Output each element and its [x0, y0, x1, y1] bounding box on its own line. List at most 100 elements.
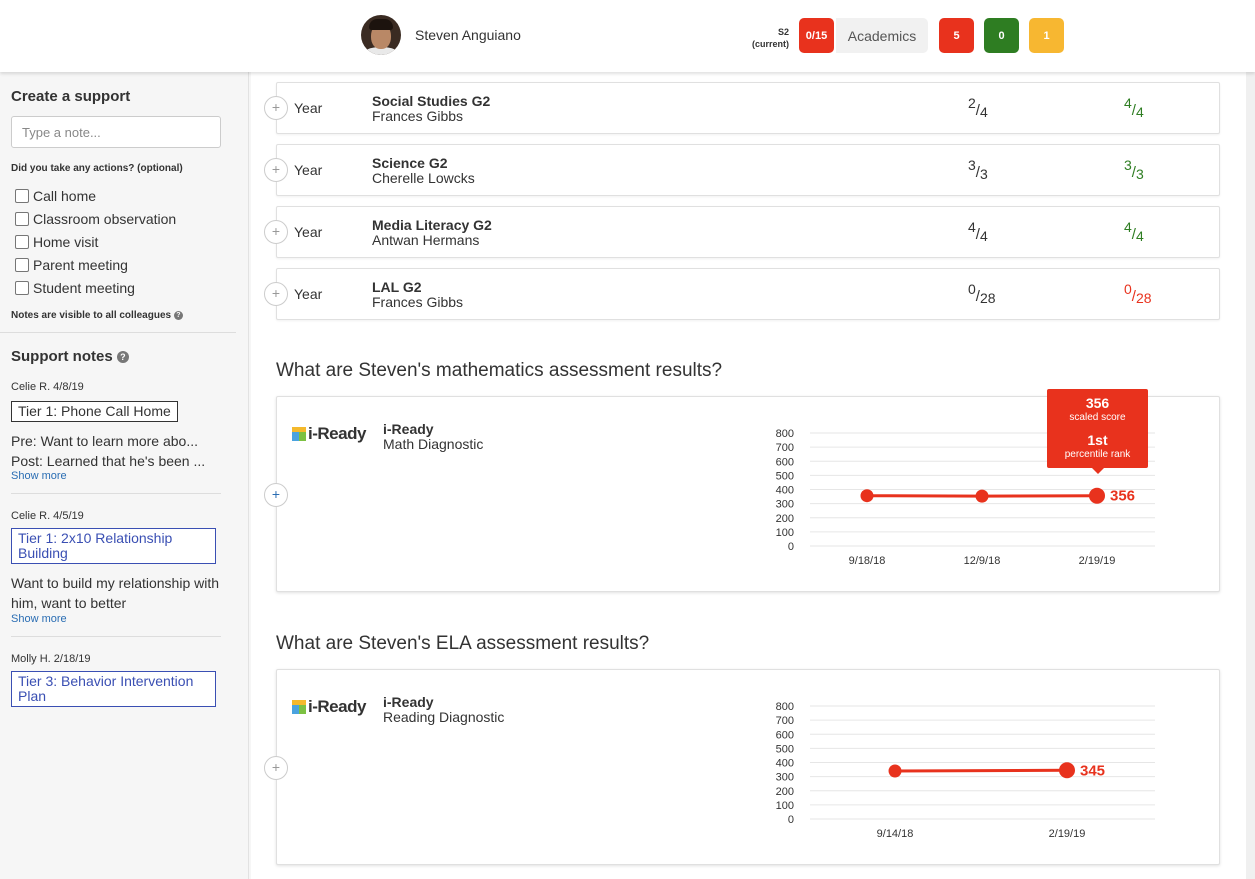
course-period: Year [294, 286, 323, 302]
avatar-hair [369, 19, 393, 30]
y-tick-label: 0 [788, 814, 794, 826]
score-fraction-status: 0/28 [1124, 281, 1152, 306]
checkbox[interactable] [15, 212, 29, 226]
course-teacher: Frances Gibbs [372, 108, 464, 124]
tier-tag[interactable]: Tier 1: 2x10 Relationship Building [11, 528, 216, 564]
score-num: 4 [1124, 95, 1132, 111]
yellow-count-badge[interactable]: 1 [1029, 18, 1064, 53]
avatar[interactable] [361, 15, 401, 55]
score-den: 4 [979, 228, 988, 244]
score-tooltip: 356 scaled score 1st percentile rank [1047, 389, 1148, 474]
score-num: 4 [968, 219, 976, 235]
course-period: Year [294, 100, 323, 116]
ela-question-title: What are Steven's ELA assessment results… [276, 633, 650, 654]
score-den: 4 [979, 104, 988, 120]
expand-plus-icon[interactable]: + [264, 282, 288, 306]
expand-plus-icon[interactable]: + [264, 96, 288, 120]
action-parent-meeting[interactable]: Parent meeting [15, 257, 128, 273]
x-tick-label: 9/18/18 [849, 555, 886, 567]
course-name: Science G2 [372, 155, 448, 171]
y-tick-label: 600 [776, 456, 794, 468]
score-fraction-status: 3/3 [1124, 157, 1144, 182]
data-point [860, 489, 874, 503]
student-name[interactable]: Steven Anguiano [415, 27, 521, 43]
show-more-link[interactable]: Show more [11, 613, 67, 625]
checkbox[interactable] [15, 235, 29, 249]
series-line [894, 768, 1068, 773]
score-den: 28 [979, 290, 996, 306]
course-period: Year [294, 224, 323, 240]
red-count-badge[interactable]: 5 [939, 18, 974, 53]
y-tick-label: 0 [788, 541, 794, 553]
tier-tag[interactable]: Tier 3: Behavior Intervention Plan [11, 671, 216, 707]
checkbox[interactable] [15, 189, 29, 203]
course-row[interactable]: + Year Science G2 Cherelle Lowcks 3/3 3/… [264, 144, 1220, 196]
score-den: 28 [1135, 290, 1152, 306]
action-label: Classroom observation [33, 211, 177, 227]
expand-plus-icon[interactable]: + [264, 220, 288, 244]
academics-label[interactable]: Academics [836, 18, 928, 53]
show-more-link[interactable]: Show more [11, 470, 67, 482]
x-tick-label: 2/19/19 [1079, 555, 1116, 567]
action-student-meeting[interactable]: Student meeting [15, 280, 135, 296]
y-tick-label: 200 [776, 786, 794, 798]
support-notes-title: Support notes ? [11, 348, 129, 365]
y-tick-label: 500 [776, 470, 794, 482]
action-classroom-observation[interactable]: Classroom observation [15, 211, 176, 227]
y-tick-label: 500 [776, 743, 794, 755]
score-num: 0 [968, 281, 976, 297]
term-label: S2 (current) [735, 26, 789, 50]
course-teacher: Cherelle Lowcks [372, 170, 475, 186]
checkbox[interactable] [15, 281, 29, 295]
data-point [1089, 487, 1105, 504]
tier-tag[interactable]: Tier 1: Phone Call Home [11, 401, 178, 422]
expand-plus-icon[interactable]: + [264, 158, 288, 182]
actions-prompt: Did you take any actions? (optional) [11, 163, 183, 174]
y-tick-label: 100 [776, 527, 794, 539]
create-support-title: Create a support [11, 88, 131, 105]
score-num: 3 [968, 157, 976, 173]
help-icon[interactable]: ? [116, 351, 129, 364]
visibility-note: Notes are visible to all colleagues ? [11, 310, 183, 321]
help-icon[interactable]: ? [173, 310, 183, 320]
academics-total-badge[interactable]: 0/15 [799, 18, 834, 53]
action-label: Home visit [33, 234, 99, 250]
score-fraction: 3/3 [968, 157, 988, 182]
y-tick-label: 400 [776, 485, 794, 497]
score-den: 4 [1135, 228, 1144, 244]
course-row[interactable]: + Year Social Studies G2 Frances Gibbs 2… [264, 82, 1220, 134]
score-fraction: 4/4 [968, 219, 988, 244]
score-fraction-status: 4/4 [1124, 219, 1144, 244]
note-text-post: Post: Learned that he's been ... [11, 453, 206, 469]
data-point [888, 764, 902, 778]
action-home-visit[interactable]: Home visit [15, 234, 98, 250]
scrollbar[interactable] [1246, 72, 1255, 879]
score-fraction: 0/28 [968, 281, 996, 306]
y-tick-label: 800 [776, 701, 794, 713]
score-fraction: 2/4 [968, 95, 988, 120]
note-text-pre: Pre: Want to learn more abo... [11, 433, 199, 449]
term-name: S2 [777, 27, 789, 37]
y-tick-label: 600 [776, 729, 794, 741]
score-num: 3 [1124, 157, 1132, 173]
course-row[interactable]: + Year Media Literacy G2 Antwan Hermans … [264, 206, 1220, 258]
course-period: Year [294, 162, 323, 178]
checkbox[interactable] [15, 258, 29, 272]
x-tick-label: 9/14/18 [877, 828, 914, 840]
action-call-home[interactable]: Call home [15, 188, 96, 204]
y-tick-label: 800 [776, 428, 794, 440]
score-num: 4 [1124, 219, 1132, 235]
tooltip-percentile-label: percentile rank [1064, 449, 1131, 460]
y-tick-label: 300 [776, 772, 794, 784]
action-label: Parent meeting [33, 257, 128, 273]
note-input[interactable] [11, 116, 221, 148]
y-tick-label: 700 [776, 442, 794, 454]
course-row[interactable]: + Year LAL G2 Frances Gibbs 0/28 0/28 [264, 268, 1220, 320]
student-header: Steven Anguiano S2 (current) 0/15 Academ… [0, 0, 1255, 72]
green-count-badge[interactable]: 0 [984, 18, 1019, 53]
tooltip-score: 356 [1085, 395, 1110, 411]
visibility-note-text: Notes are visible to all colleagues [11, 310, 172, 321]
y-tick-label: 100 [776, 800, 794, 812]
divider [11, 493, 221, 494]
x-tick-label: 12/9/18 [964, 555, 1001, 567]
